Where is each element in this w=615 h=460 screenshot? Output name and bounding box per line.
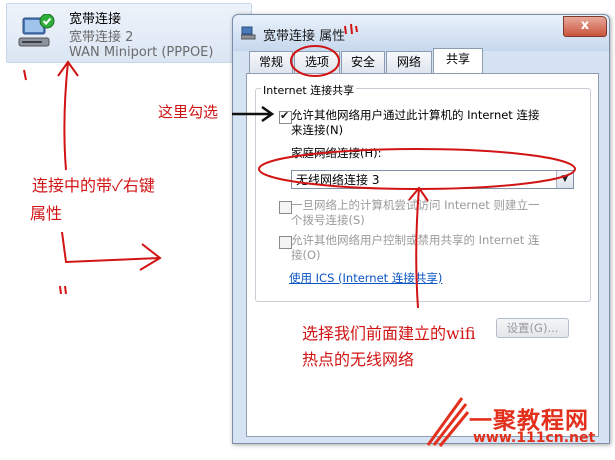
annotation-properties: 属性	[30, 204, 63, 223]
annotation-arrow-wifi	[408, 186, 429, 309]
annotation-right-click: 连接中的带✓右键	[32, 176, 155, 195]
annotation-choose-wifi-1: 选择我们前面建立的wifi	[302, 324, 476, 343]
annotation-strokes	[23, 23, 576, 309]
annotation-circle-tab	[290, 45, 340, 77]
annotation-choose-wifi-2: 热点的无线网络	[302, 350, 415, 369]
annotation-arrow-right	[61, 231, 162, 271]
watermark-pen-icon	[426, 397, 470, 447]
annotation-check-here: 这里勾选	[158, 103, 219, 121]
annotation-mark-1	[23, 69, 27, 81]
watermark-url: www.111cn.net	[473, 430, 596, 446]
annotation-circle-dropdown	[258, 148, 576, 190]
annotation-mark-2	[59, 285, 67, 295]
annotation-arrow-up	[57, 60, 79, 171]
annotation-mark-3	[344, 23, 358, 35]
annotation-arrow-checkbox	[232, 105, 275, 123]
